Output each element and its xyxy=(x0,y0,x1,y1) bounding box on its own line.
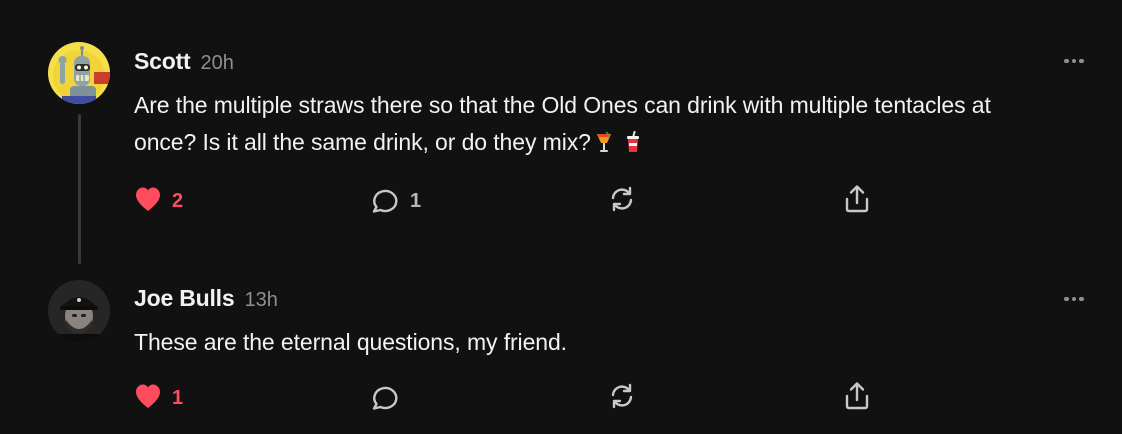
like-button[interactable]: 1 xyxy=(134,382,183,414)
more-options-icon[interactable] xyxy=(1064,295,1086,303)
comment-actions: 1 xyxy=(134,381,894,416)
like-count: 2 xyxy=(172,189,184,212)
author-name[interactable]: Joe Bulls xyxy=(134,285,235,312)
timestamp[interactable]: 13h xyxy=(244,289,277,312)
heart-icon xyxy=(134,186,162,217)
share-icon xyxy=(844,381,870,416)
comment-text: These are the eternal questions, my frie… xyxy=(134,329,567,355)
comment-thread: Scott 20h Are the multiple straws there … xyxy=(0,0,1122,434)
share-button[interactable] xyxy=(844,381,870,416)
avatar[interactable] xyxy=(48,42,110,104)
speech-bubble-icon xyxy=(370,382,400,415)
comment-header: Joe Bulls 13h xyxy=(134,285,278,312)
restack-button[interactable] xyxy=(608,382,636,414)
like-count: 1 xyxy=(172,386,184,409)
comment-body: Are the multiple straws there so that th… xyxy=(134,87,1034,164)
comment-actions: 2 1 xyxy=(134,184,894,219)
share-button[interactable] xyxy=(844,184,870,219)
like-button[interactable]: 2 xyxy=(134,185,183,217)
cup-with-straw-icon xyxy=(625,127,641,164)
share-icon xyxy=(844,184,870,219)
heart-icon xyxy=(134,383,162,414)
thread-line xyxy=(78,114,81,264)
tropical-drink-icon xyxy=(595,127,613,164)
author-name[interactable]: Scott xyxy=(134,48,191,75)
comment-text: Are the multiple straws there so that th… xyxy=(134,92,991,155)
comment-body: These are the eternal questions, my frie… xyxy=(134,324,1034,361)
speech-bubble-icon xyxy=(370,185,400,218)
avatar[interactable] xyxy=(48,280,110,342)
timestamp[interactable]: 20h xyxy=(201,52,234,75)
restack-icon xyxy=(608,382,636,415)
reply-button[interactable] xyxy=(370,382,410,414)
restack-button[interactable] xyxy=(608,185,636,217)
more-options-icon[interactable] xyxy=(1064,57,1086,65)
reply-count: 1 xyxy=(410,189,422,212)
reply-button[interactable]: 1 xyxy=(370,185,421,217)
restack-icon xyxy=(608,185,636,218)
comment-header: Scott 20h xyxy=(134,48,234,75)
